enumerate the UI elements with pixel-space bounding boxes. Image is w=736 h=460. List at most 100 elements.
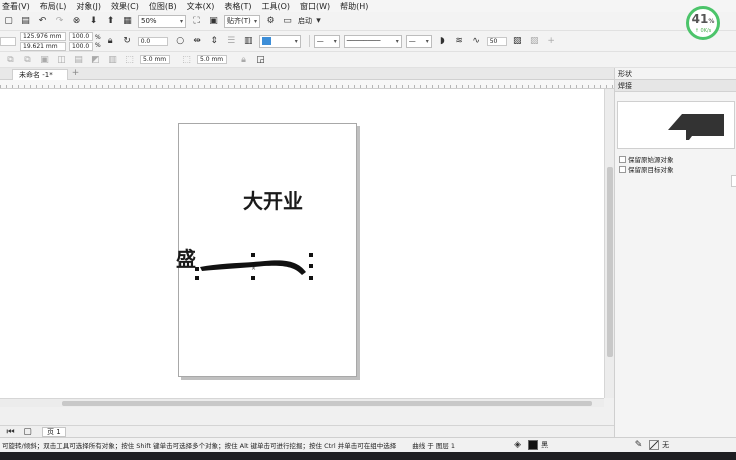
weld-icon[interactable]: ▧: [511, 35, 524, 48]
menu-tools[interactable]: 工具(O): [261, 1, 290, 12]
ungroup-icon[interactable]: ⧉: [21, 53, 34, 66]
search-content-icon[interactable]: ⊗: [70, 15, 83, 28]
clipboard-icon[interactable]: ▤: [19, 15, 32, 28]
align-icon[interactable]: ▤: [72, 53, 85, 66]
redo-icon[interactable]: ↷: [53, 15, 66, 28]
lock-object-icon[interactable]: 🔒︎: [237, 53, 250, 66]
fill-color-label: 黑: [541, 441, 549, 449]
left-edge-field[interactable]: [0, 36, 16, 46]
badge-percent-unit: %: [708, 17, 715, 25]
order-icon[interactable]: ◩: [89, 53, 102, 66]
document-tab[interactable]: 未命名 -1*: [12, 69, 68, 80]
scale-y-field[interactable]: 100.0: [69, 41, 93, 51]
lock-ratio-icon[interactable]: 🔒︎: [104, 35, 117, 48]
menu-text[interactable]: 文本(X): [187, 1, 215, 12]
rotation-angle-field[interactable]: 0.0: [137, 36, 168, 46]
docker-title: 形状: [615, 68, 736, 80]
scale-y-unit: %: [95, 41, 101, 49]
publish-pdf-icon[interactable]: ▦: [121, 15, 134, 28]
fill-color-swatch[interactable]: [528, 440, 539, 450]
scale-x-unit: %: [95, 33, 101, 41]
menu-bar: 查看(V) 布局(L) 对象(J) 效果(C) 位图(B) 文本(X) 表格(T…: [0, 0, 736, 12]
wrap-style-combo[interactable]: ▾: [258, 34, 301, 48]
application-launcher-icon[interactable]: ▭: [281, 15, 294, 28]
brush-curve-object[interactable]: ×: [190, 249, 320, 289]
line-style-combo[interactable]: ──────── ▾: [343, 34, 402, 48]
mirror-horizontal-icon[interactable]: ⇹: [191, 35, 204, 48]
text-wrap-icon[interactable]: ☰: [225, 35, 238, 48]
page-tab[interactable]: 页 1: [42, 426, 66, 437]
docker-side-button[interactable]: [731, 175, 736, 187]
corner-style-icon[interactable]: ⬚: [123, 53, 136, 66]
combine-icon[interactable]: ▣: [38, 53, 51, 66]
option-keep-source[interactable]: 保留原始源对象: [619, 154, 674, 164]
menu-object[interactable]: 对象(J): [76, 1, 101, 12]
option-keep-target[interactable]: 保留原目标对象: [619, 164, 674, 174]
add-document-tab[interactable]: +: [70, 69, 81, 79]
export-icon[interactable]: ⬆: [104, 15, 117, 28]
end-arrow-combo[interactable]: — ▾: [405, 34, 432, 48]
fill-bucket-icon[interactable]: ◈: [511, 439, 524, 452]
svg-text:×: ×: [251, 265, 256, 272]
scale-x-field[interactable]: 100.0: [69, 31, 93, 41]
outline-pen-icon[interactable]: ✎: [632, 439, 645, 452]
smoothing-icon[interactable]: ∿: [470, 35, 483, 48]
undo-icon[interactable]: ↶: [36, 15, 49, 28]
vertical-scrollbar[interactable]: [604, 89, 614, 398]
wrap-mode-icon[interactable]: ▥: [242, 35, 255, 48]
outline-none-swatch[interactable]: [649, 440, 660, 450]
menu-bitmaps[interactable]: 位图(B): [149, 1, 177, 12]
menu-window[interactable]: 窗口(W): [300, 1, 330, 12]
standard-toolbar: ▢ ▤ ↶ ↷ ⊗ ⬇ ⬆ ▦ 50% ▾ ⛶ ▣ 贴齐(T) ▾ ⚙ ▭ 启动 ▾: [0, 12, 736, 31]
vertical-scroll-thumb[interactable]: [607, 167, 613, 357]
zoom-level-combo[interactable]: 50% ▾: [138, 14, 186, 28]
start-arrow-combo[interactable]: — ▾: [313, 34, 340, 48]
position-x-field[interactable]: 125.976 mm: [20, 31, 66, 41]
position-y-field[interactable]: 19.621 mm: [20, 41, 66, 51]
smoothing-value-field[interactable]: 50: [486, 36, 507, 46]
break-apart-icon[interactable]: ◫: [55, 53, 68, 66]
paste-icon[interactable]: ▢: [2, 15, 15, 28]
scale-group: 100.0 100.0: [69, 31, 93, 51]
keep-target-checkbox[interactable]: [619, 165, 626, 173]
convert-to-curve-icon[interactable]: ◲: [254, 53, 267, 66]
view-mode-icon[interactable]: ▣: [207, 15, 220, 28]
menu-help[interactable]: 帮助(H): [340, 1, 368, 12]
badge-percent: 41: [691, 11, 709, 26]
menu-effects[interactable]: 效果(C): [111, 1, 139, 12]
plus-icon[interactable]: +: [545, 35, 558, 48]
horizontal-scroll-thumb[interactable]: [62, 401, 592, 406]
close-curve-icon[interactable]: ◗: [436, 35, 449, 48]
chevron-down-icon[interactable]: ▾: [312, 15, 325, 28]
horizontal-ruler[interactable]: [0, 80, 614, 89]
property-bar: 125.976 mm 19.621 mm 100.0 100.0 % % 🔒︎ …: [0, 31, 736, 52]
import-icon[interactable]: ⬇: [87, 15, 100, 28]
circle-icon[interactable]: ○: [174, 35, 187, 48]
menu-view[interactable]: 查看(V): [2, 1, 30, 12]
network-speed-badge: 41% ↑ 0K/s: [686, 6, 720, 40]
snap-to-combo[interactable]: 贴齐(T) ▾: [224, 14, 260, 28]
trim-icon[interactable]: ▨: [528, 35, 541, 48]
reduce-nodes-icon[interactable]: ≋: [453, 35, 466, 48]
keep-source-checkbox[interactable]: [619, 155, 626, 163]
corner-width-field[interactable]: 5.0 mm: [140, 55, 170, 64]
full-screen-icon[interactable]: ⛶: [190, 15, 203, 28]
status-object-info: 曲线 于 图层 1: [412, 442, 456, 450]
text-object-top[interactable]: 大开业: [243, 185, 303, 214]
horizontal-scrollbar[interactable]: [0, 398, 604, 407]
scale-unit-group: % %: [95, 34, 101, 49]
group-icon[interactable]: ⧉: [4, 53, 17, 66]
options-gear-icon[interactable]: ⚙: [264, 15, 277, 28]
distribute-icon[interactable]: ▥: [106, 53, 119, 66]
page-navigator: ⏮ ▢ 页 1: [0, 425, 614, 437]
launch-label[interactable]: 启动: [298, 16, 312, 26]
status-hint: 可旋转/倾斜；双击工具可选择所有对象；按住 Shift 键单击可选择多个对象；按…: [2, 442, 397, 450]
menu-layout[interactable]: 布局(L): [40, 1, 67, 12]
outline-width-icon[interactable]: ⬚: [180, 53, 193, 66]
mirror-vertical-icon[interactable]: ⇕: [208, 35, 221, 48]
menu-table[interactable]: 表格(T): [224, 1, 251, 12]
outline-width-field[interactable]: 5.0 mm: [197, 55, 227, 64]
rotate-icon[interactable]: ↻: [121, 35, 134, 48]
status-bar: 可旋转/倾斜；双击工具可选择所有对象；按住 Shift 键单击可选择多个对象；按…: [0, 437, 736, 452]
drawing-canvas[interactable]: 大开业 盛 ×: [0, 89, 604, 398]
